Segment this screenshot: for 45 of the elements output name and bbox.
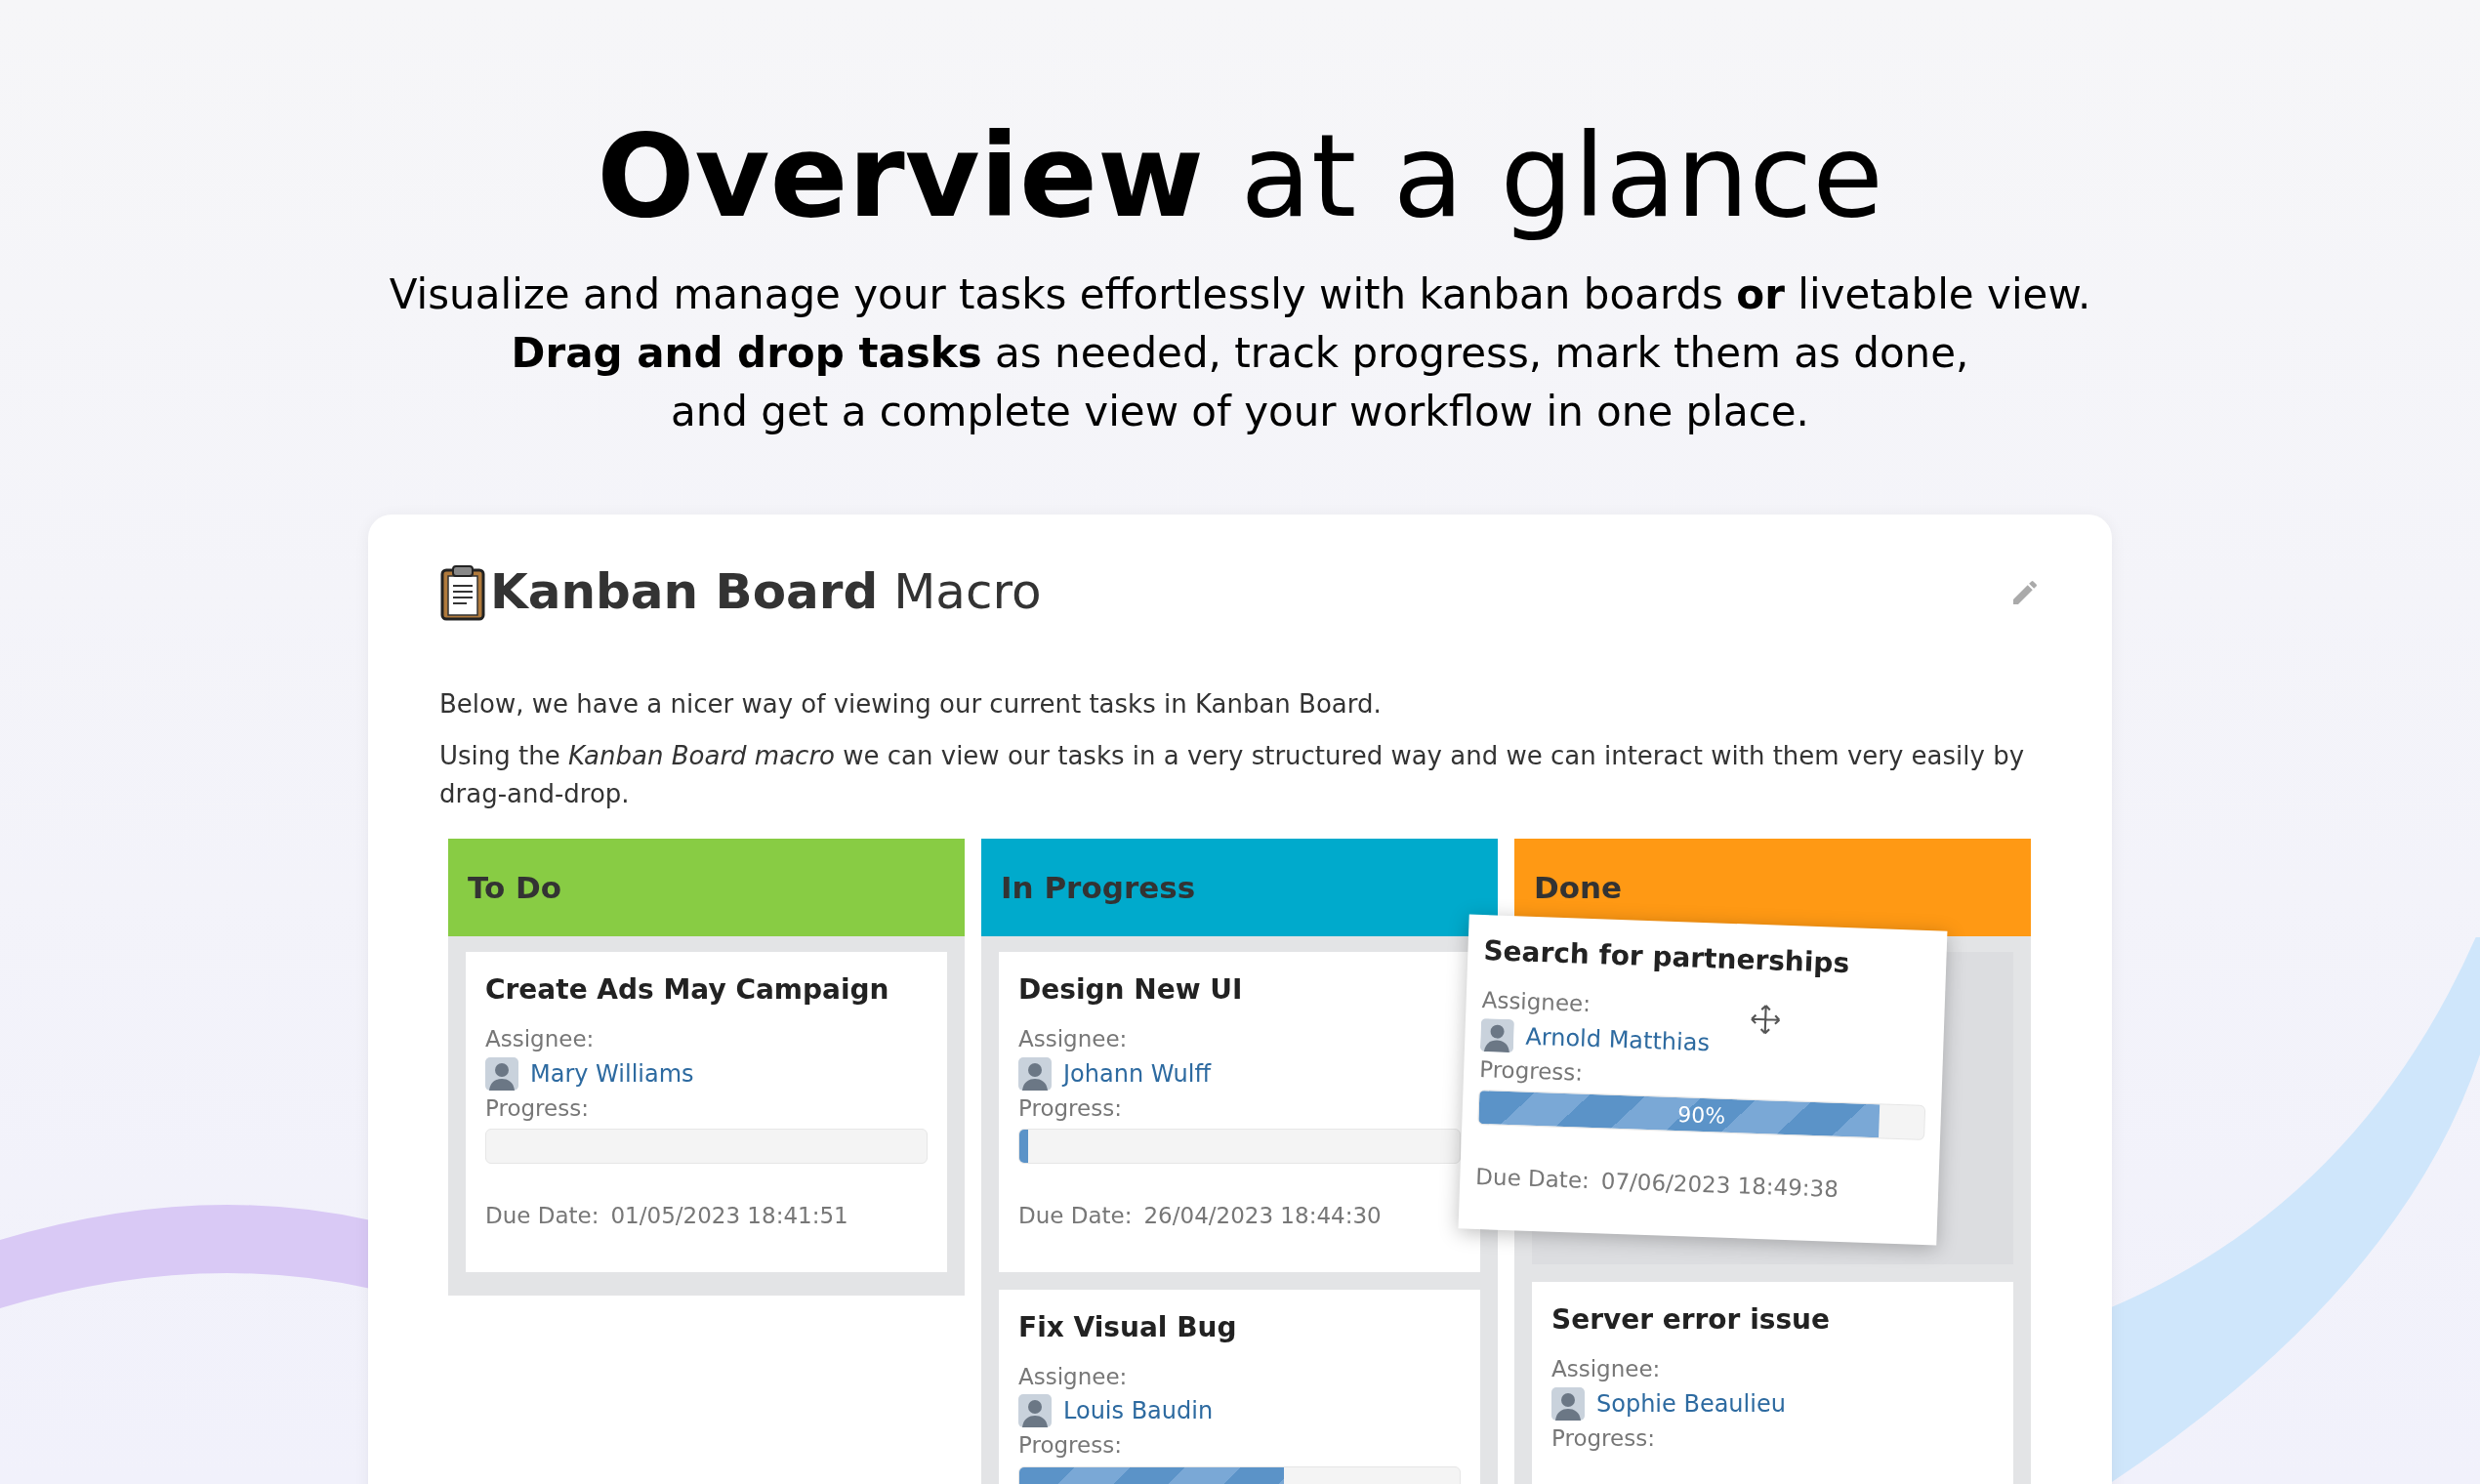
intro-text: Drag and drop tasks as needed, track progress, mark them as done, [511,328,1969,379]
task-card[interactable]: Create Ads May Campaign Assignee: Mary Williams Progress: Due Date: 01/05/2023 18:41:51 [466,952,947,1272]
description-text: Using the Kanban Board macro we can view our tasks in a very structured way and we can interact with them very easily by drag-and-drop. [439,740,2026,810]
task-card[interactable]: Server error issue Assignee: Sophie Beaulieu Progress: [1532,1282,2013,1484]
column-header: To Do [448,839,965,936]
avatar-icon [1018,1394,1052,1427]
due-date-value: 26/04/2023 18:44:30 [1143,1202,1382,1230]
assignee-label: Assignee: [1551,1355,1661,1383]
assignee-label: Assignee: [1481,986,1591,1018]
avatar-icon [1018,1056,1052,1091]
due-date-label: Due Date: [1018,1202,1133,1230]
assignee-label: Assignee: [1018,1025,1128,1053]
task-card[interactable]: Fix Visual Bug Assignee: Louis Baudin Progress: [999,1289,1480,1484]
avatar-icon [1479,1017,1515,1052]
progress-label: Progress: [1018,1093,1122,1123]
progress-label: Progress: [1018,1431,1122,1460]
progress-label: Progress: [485,1093,589,1123]
task-title: Design New UI [1018,972,1243,1008]
task-title: Server error issue [1551,1302,1831,1338]
clipboard-icon [439,563,486,621]
assignee-label: Assignee: [485,1025,595,1053]
intro-text: Visualize and manage your tasks effortlessly with kanban boards or livetable view. [389,269,2091,320]
progress-label: Progress: [1551,1423,1655,1453]
intro-text: and get a complete view of your workflow in one place. [671,387,1809,437]
assignee-label: Assignee: [1018,1362,1128,1391]
assignee-link[interactable]: Johann Wulff [1063,1055,1212,1092]
assignee-link[interactable]: Louis Baudin [1063,1393,1214,1428]
dragged-task-card[interactable]: Search for partnerships Assignee: Arnold Matthias Progress: 90% Due Date: 07/06/2023 18:49:38 [1458,914,1948,1245]
description-text: Below, we have a nicer way of viewing our current tasks in Kanban Board. [439,688,1383,721]
avatar-icon [1551,1386,1585,1421]
avatar-icon [485,1056,518,1091]
due-date-label: Due Date: [485,1202,599,1230]
headline: Overview at a glance [597,107,1883,244]
due-date-value: 01/05/2023 18:41:51 [610,1202,848,1230]
panel-title: Kanban Board Macro [490,562,1042,622]
task-title: Fix Visual Bug [1018,1309,1237,1345]
task-title: Search for partnerships [1482,933,1850,982]
task-title: Create Ads May Campaign [485,972,889,1008]
column-header: In Progress [981,839,1498,936]
move-icon [1748,1002,1783,1037]
column-header: Done [1514,839,2031,936]
due-date-value: 07/06/2023 18:49:38 [1600,1167,1839,1204]
assignee-link[interactable]: Mary Williams [530,1055,694,1092]
assignee-link[interactable]: Sophie Beaulieu [1596,1385,1786,1422]
progress-text: 90% [1675,1100,1727,1131]
